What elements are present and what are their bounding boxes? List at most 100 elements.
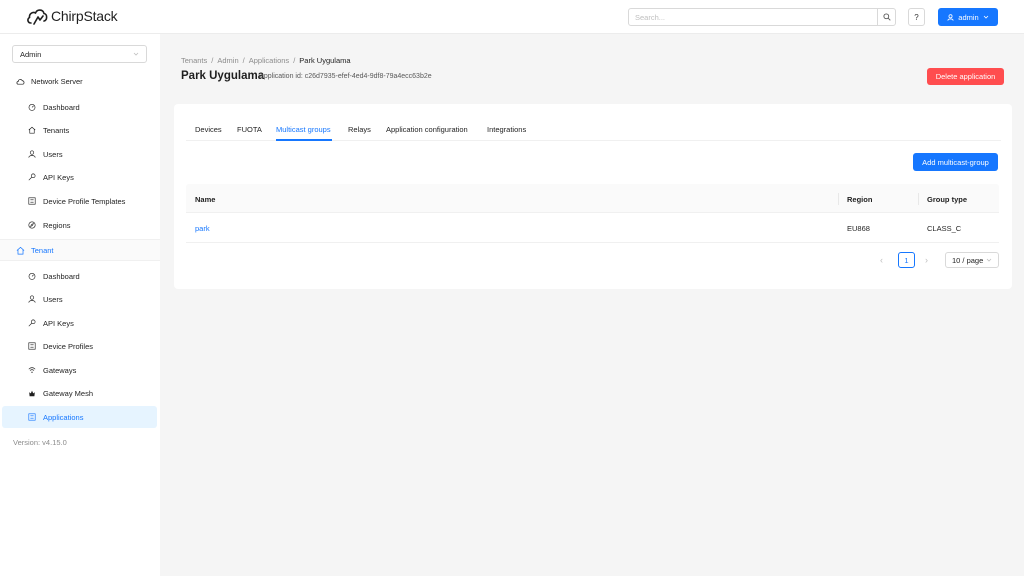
search-box bbox=[628, 8, 896, 26]
sidebar-item-tenant-api-keys[interactable]: API Keys bbox=[2, 312, 157, 334]
sidebar-item-device-profiles[interactable]: Device Profiles bbox=[2, 335, 157, 357]
sidebar-item-label: Users bbox=[43, 149, 63, 159]
pagination: ‹ 1 › 10 / page bbox=[174, 252, 1012, 268]
sidebar-item-applications[interactable]: Applications bbox=[2, 406, 157, 428]
search-input[interactable] bbox=[629, 9, 877, 25]
user-menu-button[interactable]: admin bbox=[938, 8, 998, 26]
tab-multicast-groups[interactable]: Multicast groups bbox=[276, 125, 331, 134]
profile-icon bbox=[28, 342, 36, 350]
help-button[interactable]: ? bbox=[908, 8, 925, 26]
column-divider bbox=[838, 193, 839, 205]
applications-icon bbox=[28, 413, 36, 421]
sidebar-group-label: Network Server bbox=[31, 76, 83, 86]
dashboard-icon bbox=[28, 104, 36, 111]
page-number-button[interactable]: 1 bbox=[898, 252, 915, 268]
page-size-select[interactable]: 10 / page bbox=[945, 252, 999, 268]
sidebar-item-label: Regions bbox=[43, 220, 71, 230]
tab-bar: Devices FUOTA Multicast groups Relays Ap… bbox=[186, 104, 1001, 141]
tab-integrations[interactable]: Integrations bbox=[487, 125, 526, 134]
chevron-down-icon bbox=[133, 52, 139, 56]
cloud-logo-icon bbox=[27, 9, 48, 25]
sidebar-item-label: Dashboard bbox=[43, 102, 80, 112]
tab-relays[interactable]: Relays bbox=[348, 125, 371, 134]
application-id: application id: c26d7935-efef-4ed4-9df8-… bbox=[260, 73, 432, 80]
breadcrumb-item-applications[interactable]: Applications bbox=[249, 56, 289, 65]
search-icon bbox=[882, 13, 891, 21]
active-tab-indicator bbox=[276, 139, 332, 141]
key-icon bbox=[28, 173, 36, 181]
sidebar-item-label: Device Profile Templates bbox=[43, 196, 126, 206]
home-icon bbox=[16, 246, 25, 254]
page-title: Park Uygulama bbox=[181, 70, 265, 82]
multicast-group-region: EU868 bbox=[847, 224, 870, 233]
breadcrumb-separator: / bbox=[211, 56, 214, 65]
sidebar-item-tenants[interactable]: Tenants bbox=[2, 119, 157, 141]
content-card: Devices FUOTA Multicast groups Relays Ap… bbox=[174, 104, 1012, 289]
breadcrumb-item-tenant[interactable]: Admin bbox=[217, 56, 238, 65]
mesh-icon bbox=[29, 390, 35, 397]
delete-application-button[interactable]: Delete application bbox=[927, 68, 1004, 85]
table-row: park EU868 CLASS_C bbox=[186, 213, 999, 243]
user-name: admin bbox=[958, 12, 979, 22]
sidebar-item-label: API Keys bbox=[43, 172, 74, 182]
search-button[interactable] bbox=[877, 9, 895, 25]
sidebar-item-label: Gateways bbox=[43, 365, 77, 375]
chevron-down-icon bbox=[986, 258, 992, 262]
user-icon bbox=[28, 295, 36, 303]
sidebar-item-regions[interactable]: Regions bbox=[2, 214, 157, 236]
key-icon bbox=[28, 319, 36, 327]
sidebar: Admin Network Server Dashboard Tenants U… bbox=[0, 34, 160, 576]
page-size-value: 10 / page bbox=[952, 255, 984, 265]
multicast-group-type: CLASS_C bbox=[927, 224, 962, 233]
sidebar-item-gateways[interactable]: Gateways bbox=[2, 359, 157, 381]
logo-text: ChirpStack bbox=[51, 8, 118, 24]
sidebar-item-ns-api-keys[interactable]: API Keys bbox=[2, 166, 157, 188]
multicast-groups-table: Name Region Group type park EU868 CLASS_… bbox=[186, 184, 999, 243]
home-icon bbox=[28, 126, 36, 134]
user-icon bbox=[947, 13, 954, 21]
sidebar-item-tenant-users[interactable]: Users bbox=[2, 288, 157, 310]
breadcrumb-separator: / bbox=[242, 56, 245, 65]
sidebar-item-device-profile-templates[interactable]: Device Profile Templates bbox=[2, 190, 157, 212]
chevron-right-icon[interactable]: › bbox=[925, 255, 928, 265]
sidebar-item-label: API Keys bbox=[43, 318, 74, 328]
tab-application-configuration[interactable]: Application configuration bbox=[386, 125, 468, 134]
sidebar-item-tenant-dashboard[interactable]: Dashboard bbox=[2, 265, 157, 287]
tab-fuota[interactable]: FUOTA bbox=[237, 125, 262, 134]
sidebar-group-network-server[interactable]: Network Server bbox=[0, 70, 160, 92]
sidebar-item-label: Device Profiles bbox=[43, 341, 94, 351]
cloud-icon bbox=[16, 78, 25, 85]
wifi-icon bbox=[28, 367, 36, 373]
tab-devices[interactable]: Devices bbox=[195, 125, 222, 134]
sidebar-item-ns-users[interactable]: Users bbox=[2, 143, 157, 165]
column-header-name: Name bbox=[195, 195, 216, 204]
compass-icon bbox=[28, 221, 36, 229]
chevron-left-icon[interactable]: ‹ bbox=[880, 255, 883, 265]
multicast-group-name-link[interactable]: park bbox=[195, 224, 210, 233]
sidebar-item-label: Gateway Mesh bbox=[43, 388, 94, 398]
tenant-select[interactable]: Admin bbox=[12, 45, 147, 63]
sidebar-group-tenant[interactable]: Tenant bbox=[0, 239, 160, 261]
tenant-select-value: Admin bbox=[20, 49, 42, 59]
breadcrumb-separator: / bbox=[293, 56, 296, 65]
profile-icon bbox=[28, 197, 36, 205]
sidebar-item-gateway-mesh[interactable]: Gateway Mesh bbox=[2, 382, 157, 404]
sidebar-item-label: Tenants bbox=[43, 125, 70, 135]
breadcrumb-item-tenants[interactable]: Tenants bbox=[181, 56, 207, 65]
sidebar-item-ns-dashboard[interactable]: Dashboard bbox=[2, 96, 157, 118]
chevron-down-icon bbox=[983, 15, 989, 19]
column-header-region: Region bbox=[847, 195, 873, 204]
sidebar-group-label: Tenant bbox=[31, 245, 54, 255]
version-label: Version: v4.15.0 bbox=[13, 438, 67, 447]
breadcrumb-item-current: Park Uygulama bbox=[299, 56, 351, 65]
breadcrumb: Tenants / Admin / Applications / Park Uy… bbox=[181, 56, 351, 65]
column-divider bbox=[918, 193, 919, 205]
sidebar-item-label: Dashboard bbox=[43, 271, 80, 281]
column-header-group-type: Group type bbox=[927, 195, 968, 204]
dashboard-icon bbox=[28, 273, 36, 280]
table-header: Name Region Group type bbox=[186, 184, 999, 213]
add-multicast-group-button[interactable]: Add multicast-group bbox=[913, 153, 998, 171]
chirpstack-logo[interactable]: ChirpStack bbox=[26, 7, 118, 25]
user-icon bbox=[28, 150, 36, 158]
top-header: ChirpStack ? admin bbox=[0, 0, 1024, 34]
